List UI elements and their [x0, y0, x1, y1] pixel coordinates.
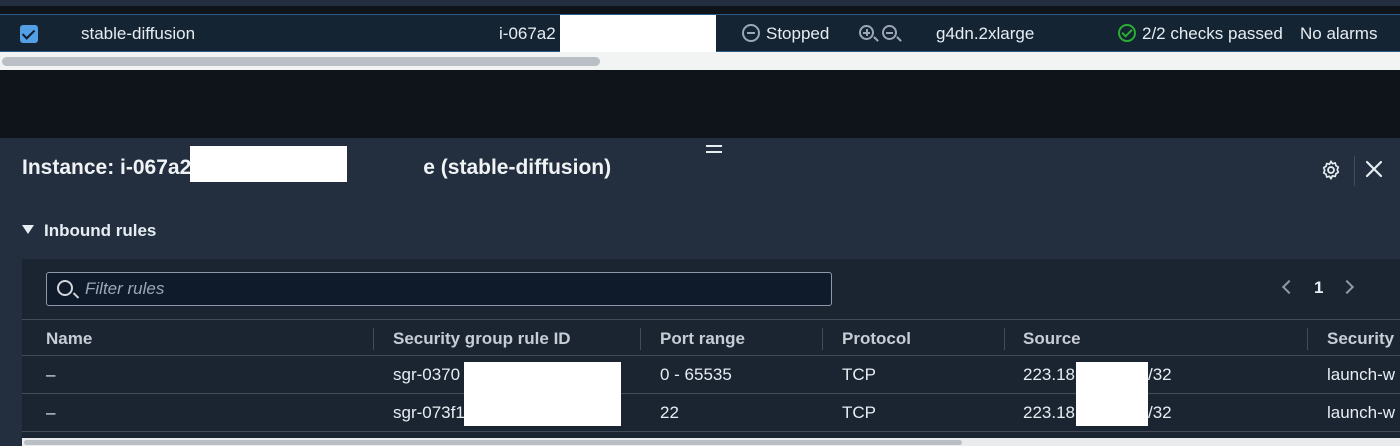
cell-source-end: /32 [1148, 365, 1172, 384]
cell-source-end: /32 [1148, 403, 1172, 422]
search-icon [57, 280, 73, 296]
header-divider [1354, 156, 1355, 186]
instance-state-label: Stopped [766, 24, 830, 43]
instance-id-link[interactable]: i-067a2 [499, 15, 556, 53]
panel-title-suffix: e (stable-diffusion) [423, 156, 612, 179]
cell-security-group-link[interactable]: launch-w [1327, 356, 1395, 394]
zoom-controls [859, 15, 897, 53]
column-divider[interactable] [1004, 328, 1005, 350]
cell-source-start: 223.18 [1023, 365, 1075, 384]
redaction-box [464, 394, 621, 426]
inbound-rules-table: 1 Name Security group rule ID Port range… [22, 259, 1400, 446]
inbound-rules-toggle[interactable]: Inbound rules [22, 221, 156, 241]
redaction-box [560, 15, 716, 53]
cell-name: – [46, 403, 56, 422]
gear-icon[interactable] [1320, 159, 1342, 181]
panel-title-prefix: Instance: i-067a2 [22, 156, 192, 179]
stopped-icon [742, 23, 760, 42]
section-title: Inbound rules [44, 221, 157, 240]
zoom-out-icon[interactable] [881, 25, 897, 41]
checkbox-checked-icon[interactable] [20, 25, 38, 43]
column-header-security-group[interactable]: Security [1327, 320, 1394, 357]
alarm-status: No alarms [1300, 24, 1378, 43]
zoom-in-icon[interactable] [859, 25, 874, 41]
column-divider[interactable] [640, 328, 641, 350]
table-row: – sgr-0370 0 - 65535 TCP 223.18 /32 laun… [22, 356, 1400, 394]
caret-down-icon [22, 225, 34, 235]
table-horizontal-scrollbar-thumb[interactable] [24, 440, 962, 445]
column-header-protocol[interactable]: Protocol [842, 320, 911, 357]
drag-handle-icon[interactable] [706, 145, 722, 153]
table-header: Name Security group rule ID Port range P… [22, 319, 1400, 356]
redaction-box [1076, 394, 1148, 426]
horizontal-scrollbar-thumb[interactable] [2, 57, 600, 66]
redaction-box [190, 146, 347, 182]
column-header-port-range[interactable]: Port range [660, 320, 745, 357]
cell-protocol: TCP [842, 403, 876, 422]
instance-type: g4dn.2xlarge [936, 24, 1035, 43]
table-horizontal-scrollbar[interactable] [22, 438, 1400, 446]
redaction-box [464, 362, 621, 394]
filter-rules-input[interactable] [85, 273, 785, 305]
horizontal-scrollbar[interactable] [0, 52, 1400, 70]
cell-name: – [46, 365, 56, 384]
table-row: – sgr-073f1 22 TCP 223.18 /32 launch-w [22, 394, 1400, 432]
status-check-label: 2/2 checks passed [1142, 24, 1283, 43]
empty-region [0, 70, 1400, 138]
column-divider[interactable] [822, 328, 823, 350]
chevron-left-icon[interactable] [1281, 279, 1297, 295]
table-header-strip [0, 0, 1400, 6]
cell-port-range: 22 [660, 403, 679, 422]
filter-rules-field[interactable] [46, 272, 832, 306]
cell-source-start: 223.18 [1023, 403, 1075, 422]
page-number[interactable]: 1 [1314, 278, 1323, 298]
close-icon[interactable] [1364, 159, 1384, 179]
column-divider[interactable] [373, 328, 374, 350]
cell-protocol: TCP [842, 365, 876, 384]
column-header-source[interactable]: Source [1023, 320, 1081, 357]
cell-security-group-link[interactable]: launch-w [1327, 394, 1395, 432]
instance-state: Stopped [742, 15, 829, 53]
cell-rule-id: sgr-0370 [393, 365, 461, 384]
instance-details-panel: Instance: i-067a2 e (stable-diffusion) In… [0, 138, 1400, 446]
chevron-right-icon[interactable] [1339, 279, 1355, 295]
status-check[interactable]: 2/2 checks passed [1118, 15, 1283, 53]
check-circle-icon [1118, 23, 1136, 42]
redaction-box [1076, 362, 1148, 394]
column-header-rule-id[interactable]: Security group rule ID [393, 320, 571, 357]
instance-name: stable-diffusion [81, 24, 196, 43]
cell-port-range: 0 - 65535 [660, 365, 732, 384]
cell-rule-id: sgr-073f1 [393, 403, 465, 422]
instance-row[interactable]: stable-diffusion i-067a2 Stopped g4dn.2x… [0, 14, 1400, 53]
column-divider[interactable] [1307, 328, 1308, 350]
column-header-name[interactable]: Name [46, 320, 92, 357]
